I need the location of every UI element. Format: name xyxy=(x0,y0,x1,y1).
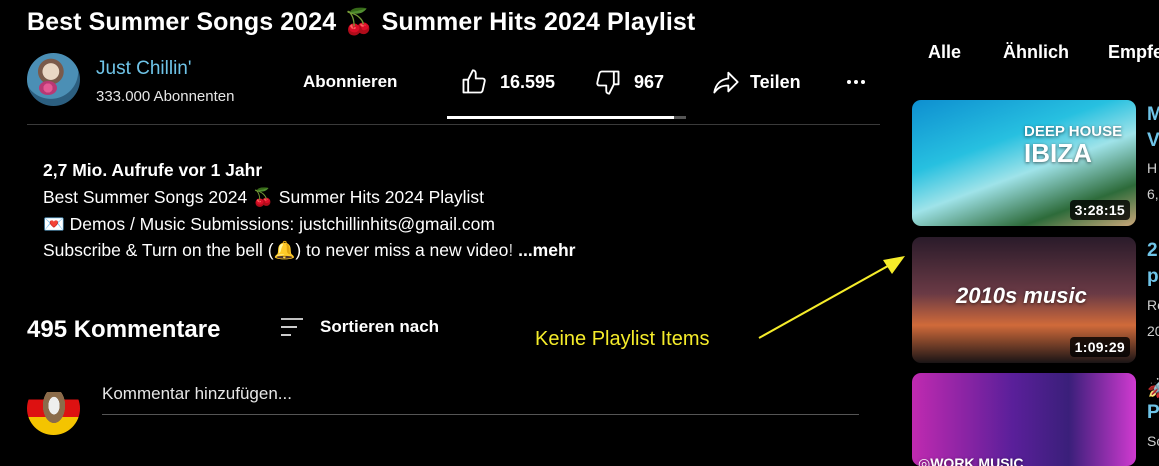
share-button[interactable]: Teilen xyxy=(712,66,801,98)
avatar-flower xyxy=(39,81,57,95)
channel-name[interactable]: Just Chillin' xyxy=(96,58,192,80)
dot-icon xyxy=(854,80,858,84)
thumbs-up-icon xyxy=(462,69,486,94)
channel-avatar[interactable] xyxy=(27,53,80,106)
chip-related[interactable]: Ähnlich xyxy=(1003,42,1069,63)
dislike-count: 967 xyxy=(634,71,665,92)
view-count-and-date: 2,7 Mio. Aufrufe vor 1 Jahr xyxy=(43,160,263,180)
related-video-meta: 6, xyxy=(1147,186,1159,202)
thumbnail-text: 2010s music xyxy=(956,283,1087,308)
related-video-title[interactable]: P xyxy=(1147,402,1159,424)
related-video-meta: 20 xyxy=(1147,323,1159,339)
description-line: Subscribe & Turn on the bell (🔔) to neve… xyxy=(43,240,575,261)
divider xyxy=(27,124,880,125)
video-title: Best Summer Songs 2024 🍒 Summer Hits 202… xyxy=(27,8,696,36)
share-label: Teilen xyxy=(750,71,801,92)
chip-all[interactable]: Alle xyxy=(928,42,961,63)
sort-button[interactable]: Sortieren nach xyxy=(280,314,439,340)
thumbnail-text: ◎WORK MUSIC xyxy=(918,455,1024,466)
thumbs-down-icon xyxy=(596,70,620,95)
annotation-text: Keine Playlist Items xyxy=(535,328,710,350)
more-actions-button[interactable] xyxy=(844,66,868,98)
related-video-title[interactable]: M xyxy=(1147,104,1159,126)
user-avatar xyxy=(27,382,80,435)
related-video-title[interactable]: V xyxy=(1147,130,1159,152)
dot-icon xyxy=(847,80,851,84)
dislike-button[interactable]: 967 xyxy=(594,66,664,98)
related-video-title[interactable]: 🚀 xyxy=(1147,376,1159,400)
comments-count: 495 Kommentare xyxy=(27,316,221,343)
related-video-title[interactable]: p xyxy=(1147,266,1159,288)
description-fade: ! xyxy=(508,240,514,260)
dot-icon xyxy=(861,80,865,84)
like-ratio-fill xyxy=(447,116,674,119)
like-count: 16.595 xyxy=(500,71,556,92)
description-line: Best Summer Songs 2024 🍒 Summer Hits 202… xyxy=(43,187,484,207)
thumbnail-text: IBIZA xyxy=(1024,138,1092,168)
related-video-channel: H xyxy=(1147,160,1158,176)
video-duration: 3:28:15 xyxy=(1069,200,1130,220)
video-duration: 1:09:29 xyxy=(1069,337,1130,357)
eagle-image xyxy=(41,392,67,426)
add-comment-input[interactable]: Kommentar hinzufügen... xyxy=(102,384,859,415)
related-video-thumbnail[interactable]: ◎WORK MUSIC xyxy=(912,373,1136,466)
subscribe-button[interactable]: Abonnieren xyxy=(303,72,397,92)
show-more-link[interactable]: ...mehr xyxy=(518,240,575,260)
annotation-arrow xyxy=(758,256,905,339)
subscriber-count: 333.000 Abonnenten xyxy=(96,88,235,105)
related-video-title[interactable]: 2 xyxy=(1147,240,1158,262)
share-arrow-icon xyxy=(713,71,739,94)
sort-icon xyxy=(281,318,303,336)
related-video-channel: Re xyxy=(1147,297,1159,313)
chip-recommended[interactable]: Empfe xyxy=(1108,42,1159,63)
description-line: 💌 Demos / Music Submissions: justchillin… xyxy=(43,214,495,234)
related-video-thumbnail[interactable]: DEEP HOUSE IBIZA 3:28:15 xyxy=(912,100,1136,226)
related-video-channel: Sc xyxy=(1147,433,1159,449)
sort-label: Sortieren nach xyxy=(320,317,440,336)
like-button[interactable]: 16.595 xyxy=(460,66,555,98)
description-text: Subscribe & Turn on the bell (🔔) to neve… xyxy=(43,240,509,260)
related-video-thumbnail[interactable]: 2010s music 1:09:29 xyxy=(912,237,1136,363)
